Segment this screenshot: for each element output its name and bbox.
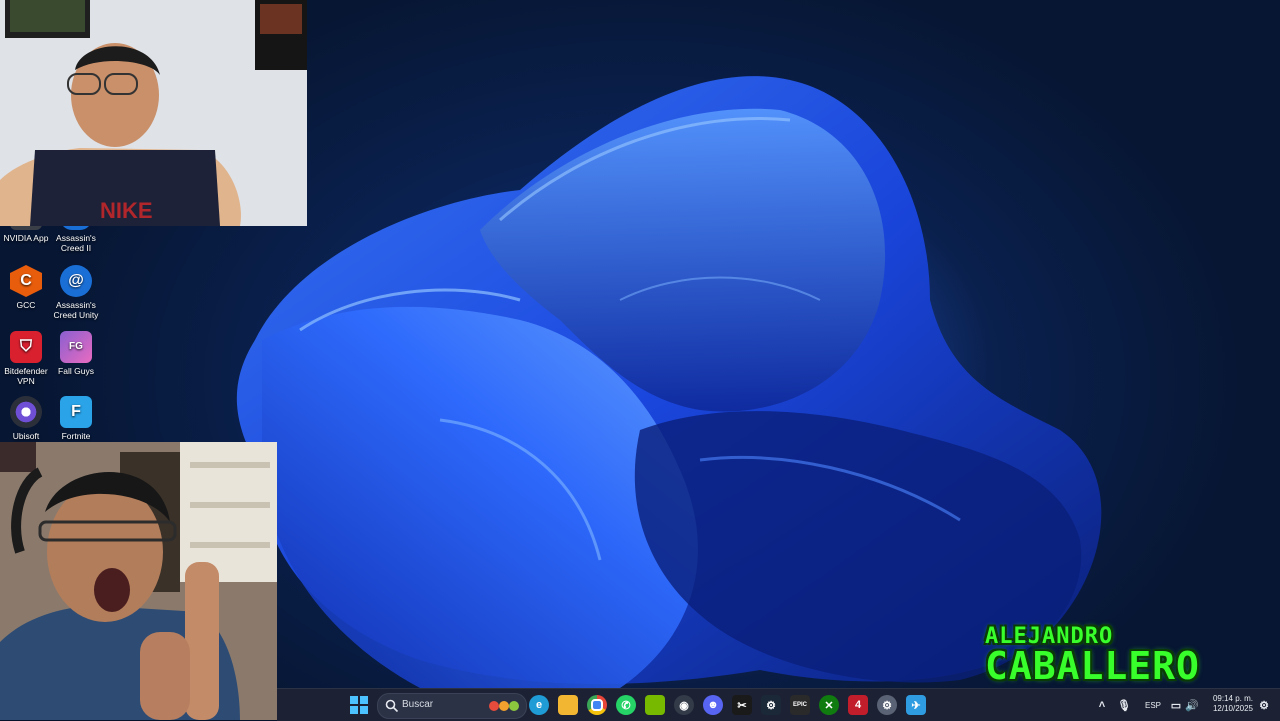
svg-text:NIKE: NIKE (100, 198, 153, 223)
gcc-hexagon-icon: C (10, 265, 42, 297)
language-indicator[interactable]: ESP (1145, 701, 1161, 710)
watermark-last-name: CABALLERO (985, 644, 1200, 688)
desktop-icon-label: GCC (16, 300, 36, 310)
desktop-icon-gcc[interactable]: C GCC (0, 265, 52, 310)
edge-icon[interactable]: e (529, 695, 549, 715)
search-label: Buscar (402, 699, 434, 710)
webcam-overlay-bottom (0, 442, 277, 720)
channel-watermark: ALEJANDRO CABALLERO (985, 626, 1275, 686)
steam-icon[interactable]: ⚙ (761, 695, 781, 715)
bird-app-icon[interactable]: ✈ (906, 695, 926, 715)
desktop-icon-label: Assassin's Creed II (56, 233, 96, 253)
clock-time: 09:14 p. m. (1212, 694, 1253, 703)
fall-guys-icon: FG (60, 331, 92, 363)
search-highlight-icon (489, 701, 519, 711)
xbox-icon[interactable]: ✕ (819, 695, 839, 715)
discord-icon[interactable]: ☻ (703, 695, 723, 715)
epic-games-icon[interactable]: EPIC (790, 695, 810, 715)
desktop-icon-label: Assassin's Creed Unity (53, 300, 99, 320)
whatsapp-icon[interactable]: ✆ (616, 695, 636, 715)
desktop-icon-label: NVIDIA App (3, 233, 49, 243)
capcut-icon[interactable]: ✂ (732, 695, 752, 715)
microphone-icon[interactable]: 🎙 (1117, 695, 1131, 715)
desktop-icon-fortnite[interactable]: F Fortnite (50, 396, 102, 441)
system-clock[interactable]: 09:14 p. m. 12/10/2025 (1203, 694, 1253, 714)
desktop-icon-bitdefender-vpn[interactable]: ⛉ Bitdefender VPN (0, 331, 52, 386)
windows-logo-icon (350, 696, 368, 714)
file-explorer-icon[interactable] (558, 695, 578, 715)
fortnite-icon: F (60, 396, 92, 428)
search-icon (385, 699, 399, 713)
taskbar: Buscar e ✆ ◉ ☻ ✂ ⚙ EPIC ✕ 4 ⚙ ✈ ˄ 🎙 ESP … (277, 688, 1280, 721)
ubisoft-swirl-icon: @ (60, 265, 92, 297)
webcam-overlay-top: NIKE (0, 0, 307, 226)
webcam-person-image: NIKE (0, 0, 307, 226)
ubisoft-swirl-icon (10, 396, 42, 428)
bitdefender-shield-icon: ⛉ (10, 331, 42, 363)
desktop-icon-label: Fall Guys (58, 366, 94, 376)
desktop-icon-label: Fortnite (61, 431, 91, 441)
settings-icon[interactable]: ⚙ (877, 695, 897, 715)
nvidia-icon[interactable] (645, 695, 665, 715)
clock-date: 12/10/2025 (1212, 704, 1253, 713)
desktop-icon-label: Ubisoft (12, 431, 40, 441)
desktop-icon-label: Bitdefender VPN (4, 366, 48, 386)
chrome-icon[interactable] (587, 695, 607, 715)
network-icon[interactable]: ▭ (1169, 695, 1183, 715)
taskbar-search[interactable]: Buscar (377, 693, 527, 719)
start-button[interactable] (349, 695, 369, 715)
webcam-person-reaction-image (0, 442, 277, 720)
notifications-bell-icon[interactable]: ⚙ (1257, 695, 1271, 715)
desktop-icon-fall-guys[interactable]: FG Fall Guys (50, 331, 102, 376)
obs-icon[interactable]: ◉ (674, 695, 694, 715)
desktop-icon-assassins-creed-unity[interactable]: @ Assassin's Creed Unity (50, 265, 102, 320)
show-hidden-icons-chevron-icon[interactable]: ˄ (1095, 695, 1109, 715)
volume-icon[interactable]: 🔊 (1185, 695, 1199, 715)
desktop-icon-ubisoft[interactable]: Ubisoft (0, 396, 52, 441)
4-app-icon[interactable]: 4 (848, 695, 868, 715)
